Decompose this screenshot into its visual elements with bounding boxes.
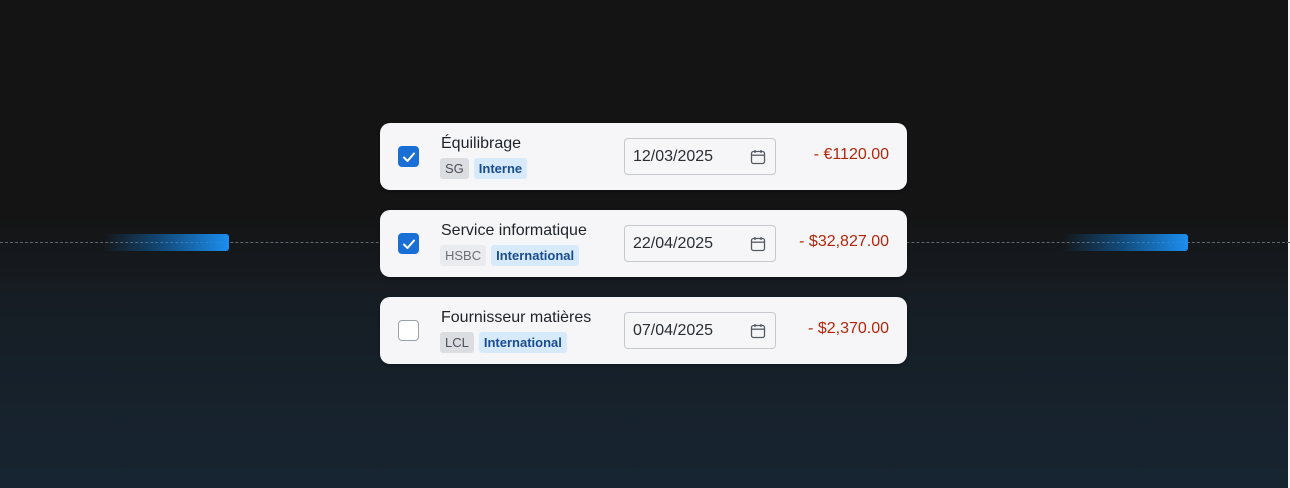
date-input[interactable]: 12/03/2025 [624, 138, 776, 175]
glow-bar-right [1062, 234, 1188, 251]
date-input[interactable]: 07/04/2025 [624, 312, 776, 349]
row-checkbox[interactable] [398, 233, 419, 254]
bank-tag: SG [440, 158, 469, 179]
row-checkbox[interactable] [398, 146, 419, 167]
calendar-icon[interactable] [750, 149, 766, 165]
transaction-row: Service informatique HSBC International … [380, 210, 907, 277]
transaction-amount: - $32,827.00 [799, 233, 889, 250]
transaction-name: Service informatique [441, 222, 587, 239]
transaction-amount: - €1120.00 [813, 146, 889, 163]
tag-group: HSBC International [440, 245, 580, 266]
tag-group: LCL International [440, 332, 567, 353]
transaction-name: Fournisseur matières [441, 309, 592, 326]
calendar-icon[interactable] [750, 236, 766, 252]
transaction-row: Fournisseur matières LCL International 0… [380, 297, 907, 364]
calendar-icon[interactable] [750, 323, 766, 339]
row-checkbox[interactable] [398, 320, 419, 341]
transaction-name: Équilibrage [441, 135, 522, 152]
type-tag: Interne [473, 158, 528, 179]
bank-tag: LCL [440, 332, 474, 353]
transaction-row: Équilibrage SG Interne 12/03/2025 - €112… [380, 123, 907, 190]
date-value: 22/04/2025 [633, 235, 714, 252]
type-tag: International [478, 332, 567, 353]
type-tag: International [491, 245, 580, 266]
tag-group: SG Interne [440, 158, 528, 179]
date-value: 12/03/2025 [633, 148, 714, 165]
bank-tag: HSBC [440, 245, 487, 266]
date-value: 07/04/2025 [633, 322, 714, 339]
glow-bar-left [103, 234, 229, 251]
date-input[interactable]: 22/04/2025 [624, 225, 776, 262]
checkmark-icon [402, 152, 415, 162]
checkmark-icon [402, 239, 415, 249]
transaction-amount: - $2,370.00 [808, 320, 889, 337]
